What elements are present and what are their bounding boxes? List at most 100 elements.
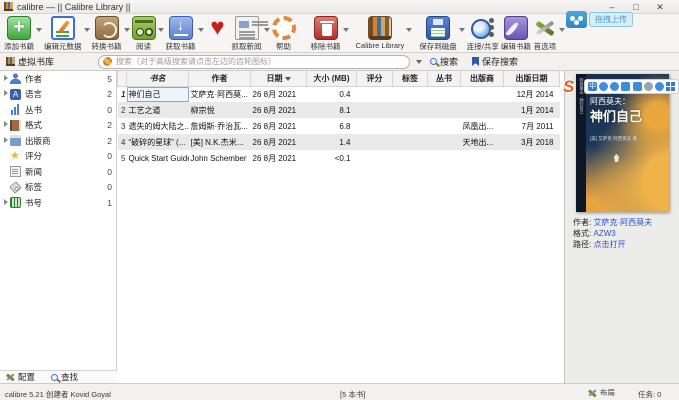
- fetch-news-button[interactable]: 抓取新闻: [232, 16, 262, 52]
- cell-pubdate[interactable]: 1月 2014: [503, 102, 560, 118]
- ime-punctuation-icon[interactable]: [599, 82, 609, 91]
- virtual-library-button[interactable]: 虚拟书库: [0, 54, 60, 70]
- fetch-news-dropdown-arrow[interactable]: [263, 28, 270, 32]
- table-row[interactable]: 2 工艺之道 柳宗悦 26 8月 2021 8.1 1月 2014: [117, 102, 560, 118]
- ime-emoji-icon[interactable]: [610, 82, 620, 91]
- convert-books-button[interactable]: 转换书籍: [92, 16, 122, 52]
- preferences-dropdown-arrow[interactable]: [558, 28, 565, 32]
- configure-button[interactable]: 配置: [6, 371, 35, 383]
- cell-title[interactable]: “破碎的星球” (...: [126, 134, 189, 150]
- add-books-dropdown-arrow[interactable]: [36, 28, 42, 32]
- ime-keyboard-icon[interactable]: [632, 82, 642, 91]
- cell-pubdate[interactable]: 7月 2011: [504, 118, 560, 134]
- ime-voice-icon[interactable]: [621, 82, 631, 91]
- ime-skin-icon[interactable]: [654, 82, 664, 91]
- expand-arrow-icon[interactable]: [2, 90, 10, 98]
- cell-size[interactable]: 6.8: [307, 118, 357, 134]
- edit-book-button[interactable]: 编辑书籍: [501, 16, 531, 52]
- save-search-button[interactable]: 保存搜索: [472, 55, 518, 68]
- cell-publisher[interactable]: [461, 150, 504, 166]
- cell-author[interactable]: [美] N.K.杰米...: [188, 134, 251, 150]
- cell-size[interactable]: 1.4: [306, 134, 357, 150]
- cell-pubdate[interactable]: 12月 2014: [504, 86, 560, 102]
- cell-date[interactable]: 26 8月 2021: [251, 118, 307, 134]
- expand-arrow-icon[interactable]: [2, 121, 10, 129]
- search-history-dropdown-arrow[interactable]: [416, 59, 423, 64]
- ime-language-icon[interactable]: 中: [588, 82, 598, 91]
- jobs-indicator[interactable]: 任务: 0: [638, 389, 661, 400]
- column-header-series[interactable]: 丛书: [427, 71, 461, 87]
- cell-size[interactable]: <0.1: [307, 150, 357, 166]
- book-cover[interactable]: 阿西莫夫：神们自己 ISAAC ASIMOV 阿西莫夫： 神们自己 [美] 艾萨…: [576, 74, 669, 212]
- ime-toolbox-icon[interactable]: [665, 82, 675, 91]
- cell-pubdate[interactable]: [504, 150, 560, 166]
- view-button[interactable]: 阅读: [131, 16, 156, 52]
- remove-books-dropdown-arrow[interactable]: [342, 28, 349, 32]
- remove-books-button[interactable]: 移除书籍: [311, 16, 341, 52]
- sidebar-item-ratings[interactable]: 评分 0: [0, 149, 116, 165]
- layout-button[interactable]: 布局: [588, 387, 615, 398]
- expand-arrow-icon[interactable]: [2, 137, 10, 145]
- table-row[interactable]: 4 “破碎的星球” (... [美] N.K.杰米... 26 8月 2021 …: [117, 134, 560, 150]
- book-format-link[interactable]: AZW3: [593, 229, 615, 238]
- sidebar-item-tags[interactable]: 标签 0: [0, 180, 116, 196]
- cell-date[interactable]: 26 8月 2021: [250, 134, 307, 150]
- drag-upload-label[interactable]: 拖拽上传: [589, 12, 633, 27]
- save-to-disk-dropdown-arrow[interactable]: [458, 28, 465, 32]
- column-header-date[interactable]: 日期: [250, 71, 307, 87]
- expand-arrow-icon[interactable]: [2, 199, 10, 207]
- table-row[interactable]: 3 遗失的姆大陆之... 詹姆斯·乔治瓦... 26 8月 2021 6.8 凤…: [118, 118, 560, 134]
- library-dropdown-arrow[interactable]: [406, 28, 413, 32]
- cell-author[interactable]: 柳宗悦: [188, 102, 251, 118]
- ime-profile-icon[interactable]: [643, 82, 653, 91]
- search-button[interactable]: 搜索: [430, 55, 458, 68]
- cell-publisher[interactable]: [461, 86, 504, 102]
- column-header-tags[interactable]: 标签: [392, 71, 428, 87]
- cell-size[interactable]: 8.1: [306, 102, 357, 118]
- column-header-size[interactable]: 大小 (MB): [306, 71, 357, 87]
- sidebar-item-languages[interactable]: 语言 2: [0, 87, 116, 103]
- column-header-pubdate[interactable]: 出版日期: [503, 71, 560, 87]
- preferences-button[interactable]: 首选项: [533, 16, 557, 52]
- cell-title[interactable]: 遗失的姆大陆之...: [127, 118, 189, 134]
- cell-title[interactable]: Quick Start Guide: [127, 150, 189, 166]
- save-to-disk-button[interactable]: 保存到磁盘: [419, 16, 457, 52]
- book-author-link[interactable]: 艾萨克·阿西莫夫: [593, 218, 652, 227]
- sidebar-item-publishers[interactable]: 出版商 2: [0, 133, 116, 149]
- cell-date[interactable]: 26 8月 2021: [251, 150, 307, 166]
- book-path-link[interactable]: 点击打开: [593, 240, 625, 249]
- cell-size[interactable]: 0.4: [307, 86, 357, 102]
- cell-publisher[interactable]: [460, 102, 504, 118]
- cell-publisher[interactable]: 天地出...: [460, 134, 504, 150]
- cell-author[interactable]: 詹姆斯·乔治瓦...: [189, 118, 251, 134]
- cell-title[interactable]: 工艺之道: [126, 102, 189, 118]
- cell-publisher[interactable]: 凤凰出...: [461, 118, 504, 134]
- sidebar-item-identifiers[interactable]: 书号 1: [0, 195, 116, 211]
- sidebar-item-series[interactable]: 丛书 0: [0, 102, 116, 118]
- column-header-publisher[interactable]: 出版商: [460, 71, 504, 87]
- get-books-dropdown-arrow[interactable]: [197, 28, 204, 32]
- sidebar-item-authors[interactable]: 作者 5: [0, 71, 116, 87]
- cell-author[interactable]: 艾萨克·阿西莫...: [189, 86, 251, 102]
- sidebar-item-formats[interactable]: 格式 2: [0, 118, 116, 134]
- expand-arrow-icon[interactable]: [2, 75, 10, 83]
- table-row[interactable]: 1 神们自己 艾萨克·阿西莫... 26 8月 2021 0.4 12月 201…: [118, 86, 560, 102]
- table-row[interactable]: 5 Quick Start Guide John Schember 26 8月 …: [118, 150, 560, 166]
- cell-title[interactable]: 神们自己: [126, 86, 189, 102]
- add-books-button[interactable]: 添加书籍: [4, 16, 34, 52]
- column-header-authors[interactable]: 作者: [188, 71, 251, 87]
- cell-author[interactable]: John Schember: [189, 150, 251, 166]
- edit-metadata-button[interactable]: 编辑元数据: [44, 16, 82, 52]
- advanced-search-gear-icon[interactable]: [103, 57, 113, 66]
- sogou-logo-icon[interactable]: S: [563, 77, 574, 97]
- column-header-title[interactable]: 书名: [126, 71, 189, 87]
- edit-metadata-dropdown-arrow[interactable]: [83, 28, 90, 32]
- close-button[interactable]: ✕: [648, 2, 672, 13]
- sidebar-item-news[interactable]: 新闻 0: [0, 164, 116, 180]
- library-button[interactable]: Calibre Library: [356, 16, 404, 50]
- donate-button[interactable]: [206, 16, 230, 41]
- drag-upload-icon[interactable]: [566, 11, 587, 28]
- search-input[interactable]: [116, 57, 406, 66]
- connect-share-button[interactable]: 连接/共享: [467, 16, 499, 52]
- cell-date[interactable]: 26 8月 2021: [251, 86, 307, 102]
